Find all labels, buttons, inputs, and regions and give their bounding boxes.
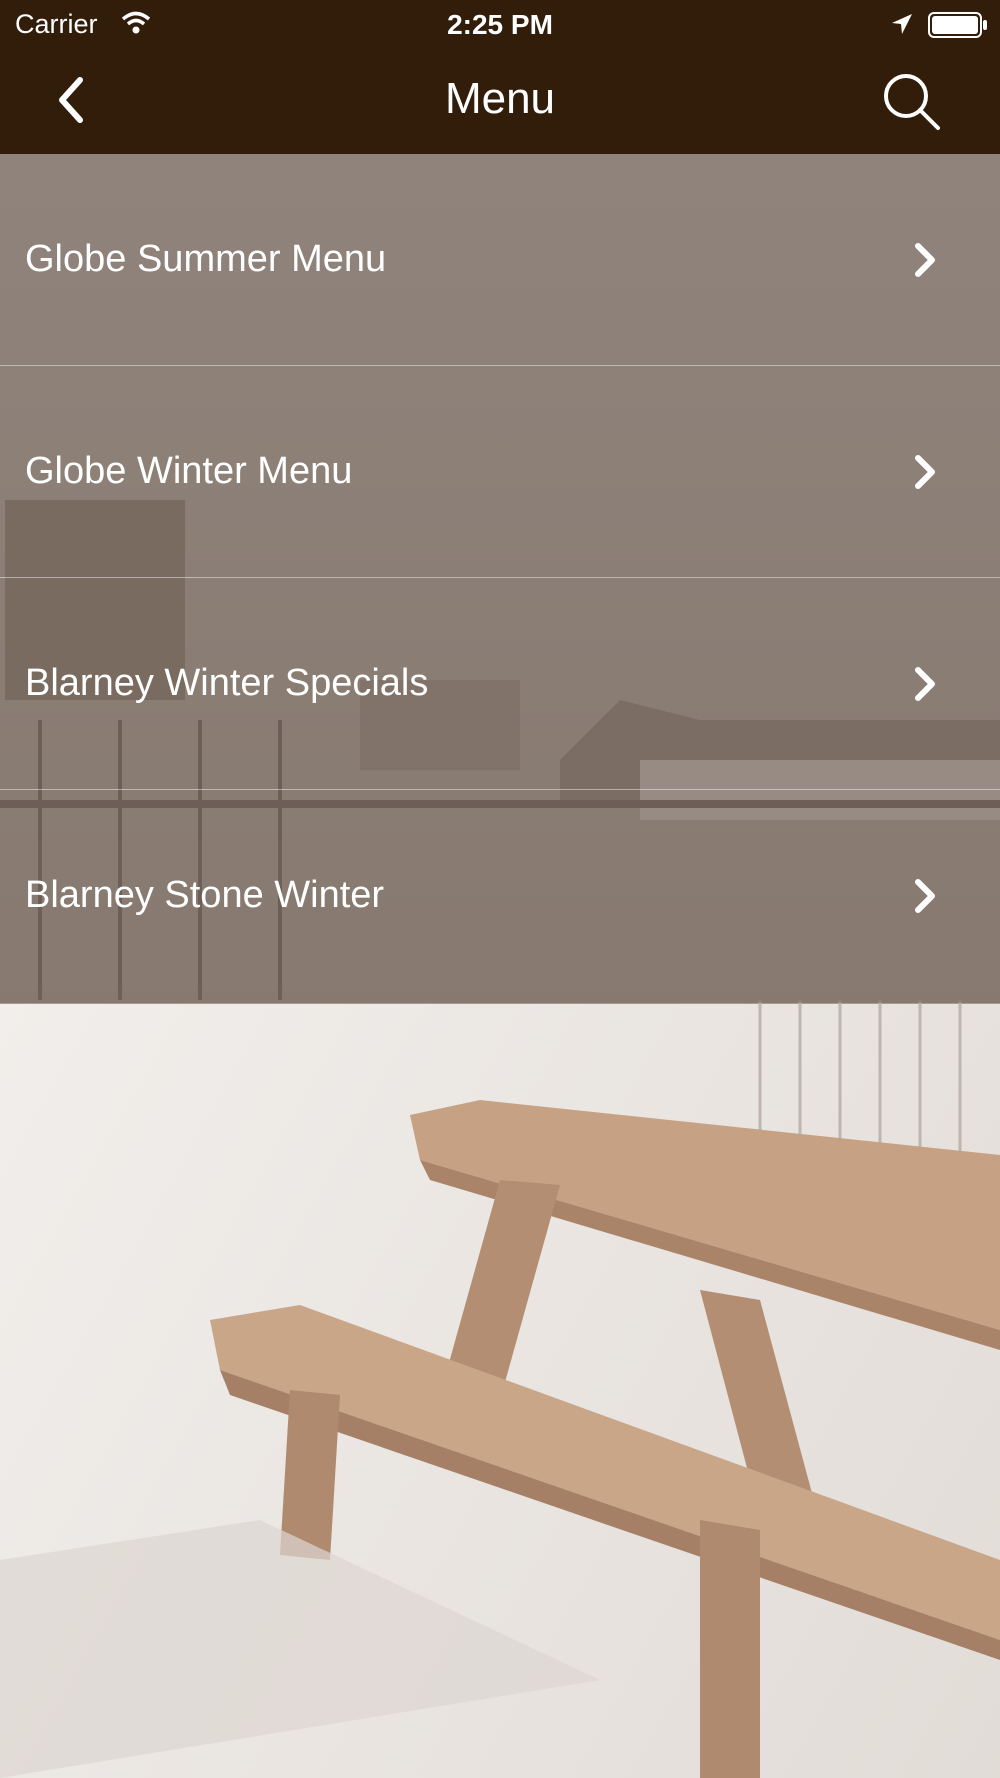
nav-bar: Menu	[0, 50, 1000, 154]
location-arrow-icon	[892, 14, 912, 34]
top-bar: Carrier 2:25 PM Menu	[0, 0, 1000, 154]
list-item-label: Globe Summer Menu	[25, 238, 387, 280]
list-item-blarney-winter-specials[interactable]: Blarney Winter Specials	[0, 578, 1000, 790]
list-item-label: Blarney Winter Specials	[25, 662, 429, 704]
chevron-right-icon	[915, 667, 935, 701]
list-item-label: Globe Winter Menu	[25, 450, 353, 492]
list-item-blarney-stone-winter[interactable]: Blarney Stone Winter	[0, 790, 1000, 1003]
menu-screen: Carrier 2:25 PM Menu Globe Summer Menu G…	[0, 0, 1000, 1778]
page-title: Menu	[444, 74, 556, 123]
list-item-label: Blarney Stone Winter	[25, 874, 385, 916]
battery-icon	[928, 12, 987, 38]
list-item-globe-summer-menu[interactable]: Globe Summer Menu	[0, 154, 1000, 366]
chevron-right-icon	[915, 455, 935, 489]
search-icon[interactable]	[880, 70, 944, 134]
chevron-right-icon	[915, 243, 935, 277]
status-bar: Carrier 2:25 PM	[0, 0, 1000, 50]
menu-list: Globe Summer Menu Globe Winter Menu Blar…	[0, 154, 1000, 1003]
list-item-globe-winter-menu[interactable]: Globe Winter Menu	[0, 366, 1000, 578]
status-time: 2:25 PM	[447, 9, 553, 40]
chevron-right-icon	[915, 879, 935, 913]
